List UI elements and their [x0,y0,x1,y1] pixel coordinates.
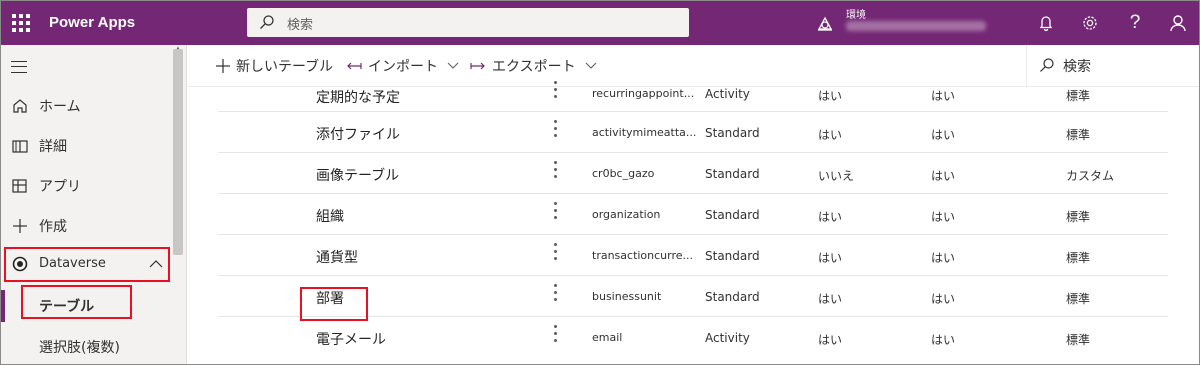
chevron-down-icon [448,62,459,69]
table-flag-b: はい [931,210,956,224]
table-flag-b: はい [931,128,956,142]
sidebar-item-label: アプリ [39,179,81,195]
table-logical-name: organization [592,208,661,221]
more-actions-icon[interactable] [554,325,558,345]
environment-name-blurred [846,21,986,31]
environment-label: 環境 [846,10,866,21]
table-category: 標準 [1066,210,1091,224]
table-display-name[interactable]: 組織 [316,206,344,226]
environment-picker[interactable]: 環境 [816,9,1016,39]
table-category: カスタム [1066,169,1115,183]
sidebar-item-home[interactable]: ホーム [1,87,171,125]
sidebar-item-label: ホーム [39,99,81,115]
table-logical-name: email [592,331,623,344]
table-row[interactable]: 定期的な予定 recurringappoint... Activity はい は… [218,71,1168,112]
table-flag-a: はい [818,89,843,103]
plus-icon [13,219,27,233]
user-account-icon[interactable] [1166,11,1190,35]
settings-gear-icon[interactable] [1078,11,1102,35]
table-category: 標準 [1066,128,1091,142]
app-title[interactable]: Power Apps [49,14,135,31]
table-flag-b: はい [931,333,956,347]
more-actions-icon[interactable] [554,284,558,304]
table-flag-b: はい [931,89,956,103]
table-row[interactable]: 電子メール email Activity はい はい 標準 [218,317,1168,358]
table-row[interactable]: 画像テーブル cr0bc_gazo Standard いいえ はい カスタム [218,153,1168,194]
table-type: Standard [705,126,760,140]
table-row[interactable]: 通貨型 transactioncurre... Standard はい はい 標… [218,235,1168,276]
table-category: 標準 [1066,89,1091,103]
app-window: Power Apps 検索 環境 ? ホーム 詳細 アプリ 作成 Dataver… [0,0,1200,365]
table-row[interactable]: 添付ファイル activitymimeatta... Standard はい は… [218,112,1168,153]
environment-icon [817,16,833,31]
book-icon [12,140,28,153]
highlight-box-tables [21,285,132,319]
apps-icon [12,179,27,193]
table-flag-a: いいえ [818,169,855,183]
more-actions-icon[interactable] [554,243,558,263]
table-type: Activity [705,331,750,345]
table-flag-a: はい [818,251,843,265]
table-logical-name: businessunit [592,290,662,303]
sidebar-item-label: 作成 [39,219,67,235]
export-arrow-icon [470,62,485,70]
sidebar-item-apps[interactable]: アプリ [1,167,171,205]
table-flag-a: はい [818,128,843,142]
help-icon[interactable]: ? [1123,11,1147,35]
sidebar-item-learn[interactable]: 詳細 [1,127,171,165]
table-logical-name: transactioncurre... [592,249,694,262]
home-icon [13,99,27,113]
table-display-name[interactable]: 画像テーブル [316,165,399,185]
app-launcher-icon[interactable] [9,11,31,33]
chevron-down-icon [585,62,597,69]
table-category: 標準 [1066,251,1091,265]
table-type: Standard [705,208,760,222]
sidebar-item-create[interactable]: 作成 [1,207,171,245]
table-row[interactable]: 組織 organization Standard はい はい 標準 [218,194,1168,235]
table-flag-a: はい [818,210,843,224]
table-flag-a: はい [818,333,843,347]
more-actions-icon[interactable] [554,120,558,140]
table-logical-name: cr0bc_gazo [592,167,655,180]
more-actions-icon[interactable] [554,81,558,101]
table-type: Standard [705,249,760,263]
global-search-input[interactable]: 検索 [247,8,689,37]
table-category: 標準 [1066,333,1091,347]
sidebar-item-label: 詳細 [39,139,67,155]
table-category: 標準 [1066,292,1091,306]
more-actions-icon[interactable] [554,202,558,222]
sidebar-scrollbar[interactable] [173,49,183,255]
table-type: Activity [705,87,750,101]
table-flag-b: はい [931,251,956,265]
hamburger-menu-icon[interactable] [11,61,27,73]
table-type: Standard [705,290,760,304]
table-display-name[interactable]: 電子メール [316,329,386,349]
left-navigation: ▲ ホーム 詳細 アプリ [1,45,187,364]
table-logical-name: activitymimeatta... [592,126,697,139]
table-flag-b: はい [931,169,956,183]
highlight-box-dataverse [4,247,170,282]
table-display-name[interactable]: 通貨型 [316,247,358,267]
table-logical-name: recurringappoint... [592,87,695,100]
top-bar: Power Apps 検索 環境 ? [1,1,1199,45]
notifications-bell-icon[interactable] [1034,11,1058,35]
table-flag-a: はい [818,292,843,306]
table-display-name[interactable]: 定期的な予定 [316,87,400,107]
table-flag-b: はい [931,292,956,306]
highlight-box-business-unit [300,287,368,321]
search-icon [260,15,274,29]
more-actions-icon[interactable] [554,161,558,181]
import-arrow-icon [347,62,362,70]
sidebar-item-choices[interactable]: 選択肢(複数) [1,327,171,364]
table-type: Standard [705,167,760,181]
sidebar-item-label: 選択肢(複数) [39,340,120,356]
table-display-name[interactable]: 添付ファイル [316,124,400,144]
search-placeholder: 検索 [287,18,314,33]
